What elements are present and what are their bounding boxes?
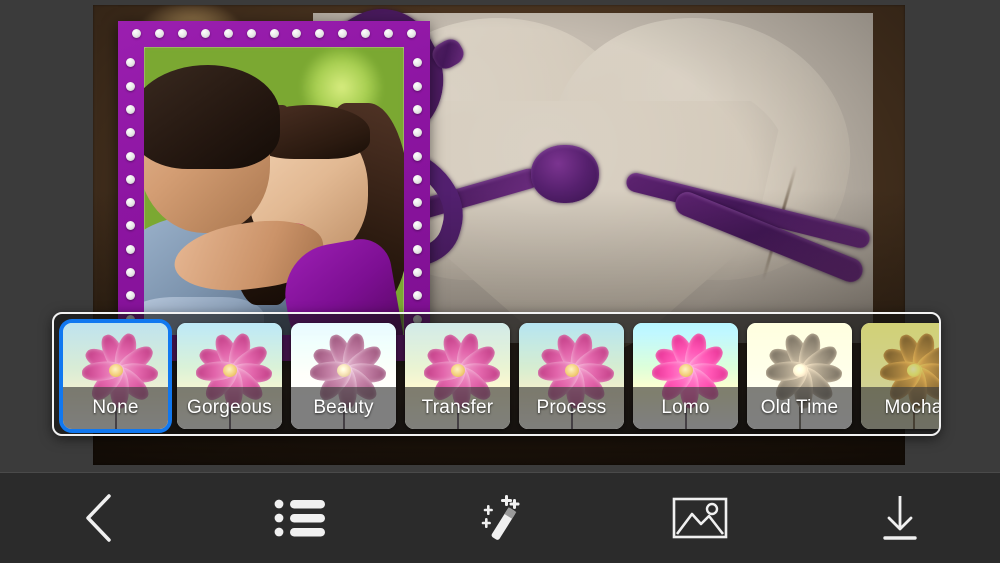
filter-label-band: Transfer	[405, 387, 510, 429]
filter-label: Gorgeous	[186, 397, 273, 418]
flower-center	[564, 363, 579, 377]
filter-item-oldtime[interactable]: Old Time	[747, 323, 852, 429]
photo-editor-screen: None Gorgeous Beauty Transfer Process Lomo Old…	[0, 0, 1000, 563]
flower-center	[792, 363, 807, 377]
filter-item-lomo[interactable]: Lomo	[633, 323, 738, 429]
flower-center	[222, 363, 237, 377]
photo-frame[interactable]	[118, 21, 430, 361]
filter-item-process[interactable]: Process	[519, 323, 624, 429]
filter-label: Lomo	[661, 397, 710, 418]
back-button[interactable]	[0, 473, 200, 563]
filter-item-beauty[interactable]: Beauty	[291, 323, 396, 429]
frames-button[interactable]	[200, 473, 400, 563]
flower-center	[108, 363, 123, 377]
flower-center	[450, 363, 465, 377]
filter-item-gorgeous[interactable]: Gorgeous	[177, 323, 282, 429]
filter-list[interactable]: None Gorgeous Beauty Transfer Process Lomo Old…	[63, 323, 939, 429]
filter-label: None	[92, 397, 139, 418]
gallery-button[interactable]	[600, 473, 800, 563]
bottom-toolbar	[0, 472, 1000, 563]
filter-label: Process	[536, 397, 607, 418]
filter-label-band: Beauty	[291, 387, 396, 429]
filter-label: Mocha	[884, 397, 941, 418]
save-button[interactable]	[800, 473, 1000, 563]
framed-photo	[144, 47, 404, 335]
filter-strip[interactable]: None Gorgeous Beauty Transfer Process Lomo Old…	[52, 312, 941, 436]
filter-label-band: Mocha	[861, 387, 941, 429]
filter-item-none[interactable]: None	[63, 323, 168, 429]
effects-button[interactable]	[400, 473, 600, 563]
flower-center	[906, 363, 921, 377]
filter-label: Old Time	[760, 397, 839, 418]
back-chevron-icon	[78, 490, 122, 546]
magic-wand-icon	[472, 490, 528, 546]
filter-item-mocha[interactable]: Mocha	[861, 323, 941, 429]
filter-label: Beauty	[313, 397, 374, 418]
download-icon	[876, 490, 924, 546]
filter-label-band: Gorgeous	[177, 387, 282, 429]
filter-item-transfer[interactable]: Transfer	[405, 323, 510, 429]
filter-label-band: Process	[519, 387, 624, 429]
filter-label-band: Old Time	[747, 387, 852, 429]
man-hair	[144, 65, 280, 169]
filter-label: Transfer	[421, 397, 494, 418]
filter-label-band: Lomo	[633, 387, 738, 429]
filter-label-band: None	[63, 387, 168, 429]
flower-center	[678, 363, 693, 377]
list-icon	[273, 497, 327, 539]
flower-center	[336, 363, 351, 377]
image-icon	[670, 494, 730, 542]
